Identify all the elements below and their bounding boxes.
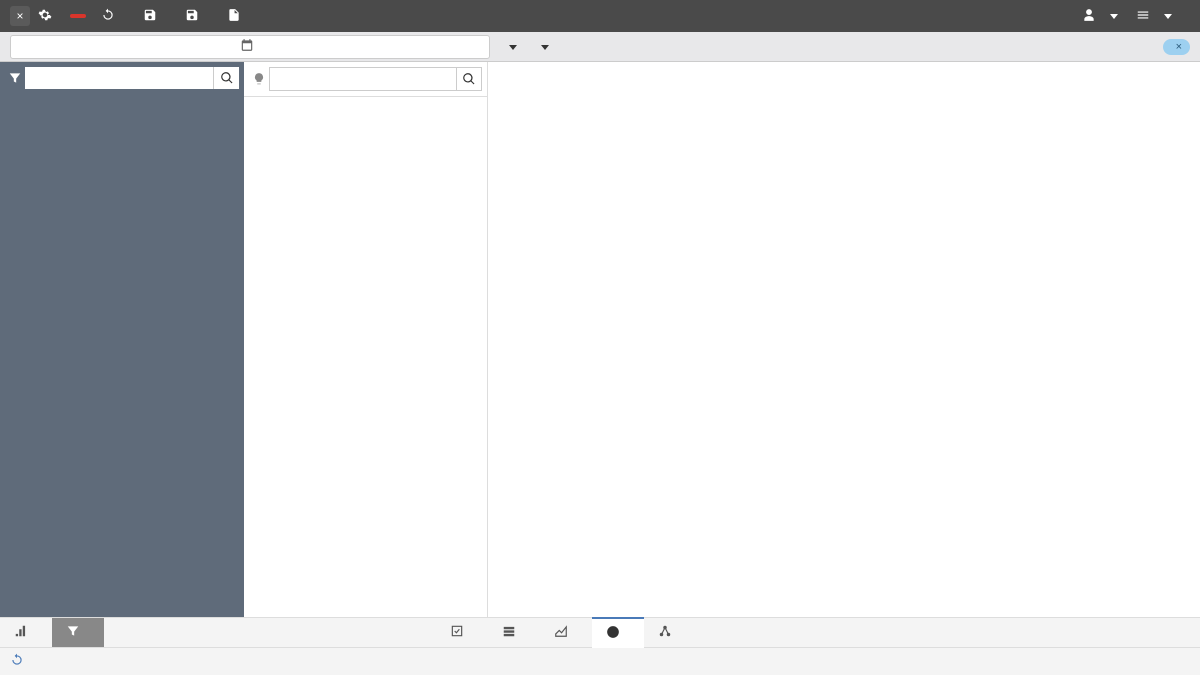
tab-constructor[interactable] (52, 618, 104, 647)
chart-area (488, 62, 1200, 617)
chevron-down-icon (509, 45, 517, 50)
sidebar (0, 62, 244, 617)
chart-icon (14, 624, 33, 641)
calendar-icon (240, 38, 254, 55)
pie-icon (606, 625, 625, 642)
close-icon[interactable]: × (1176, 41, 1182, 53)
measure-dropdown[interactable] (505, 40, 517, 54)
line-chart-icon (554, 624, 573, 641)
graph-icon (658, 624, 677, 641)
sidebar-search (0, 62, 244, 94)
close-tab-button[interactable]: × (10, 6, 30, 26)
refresh-icon (10, 653, 28, 670)
chevron-down-icon (1110, 14, 1118, 19)
filter-search (244, 62, 487, 97)
reset-button[interactable] (101, 8, 125, 25)
check-icon (450, 624, 469, 641)
main-menu[interactable] (1136, 8, 1172, 25)
search-button[interactable] (213, 67, 239, 89)
save-icon (185, 8, 204, 25)
active-filter-chip[interactable]: × (1163, 39, 1190, 55)
menu-icon (1136, 8, 1155, 25)
user-icon (1082, 8, 1101, 25)
tab-graph[interactable] (644, 617, 696, 648)
refresh-icon (101, 8, 120, 25)
bulb-icon[interactable] (249, 67, 269, 91)
table-icon (502, 624, 521, 641)
filter-icon[interactable] (5, 67, 25, 89)
tab-filters[interactable] (0, 618, 52, 647)
file-icon (227, 8, 246, 25)
gear-icon (38, 8, 52, 25)
view-tabs (0, 617, 1200, 647)
filter-search-input[interactable] (269, 67, 456, 91)
tab-pie[interactable] (592, 617, 644, 648)
search-button[interactable] (456, 67, 482, 91)
dimension-dropdown[interactable] (537, 40, 549, 54)
footer (0, 647, 1200, 675)
save-button[interactable] (185, 8, 209, 25)
period-bar: × (0, 32, 1200, 62)
chevron-down-icon (541, 45, 549, 50)
topbar: × (0, 0, 1200, 32)
filter-icon (66, 624, 85, 641)
modified-badge (70, 14, 86, 18)
filter-column (244, 62, 488, 617)
refresh-button[interactable] (10, 653, 32, 670)
tab-line[interactable] (540, 617, 592, 648)
pie-chart (760, 142, 1160, 545)
sidebar-search-input[interactable] (25, 67, 213, 89)
save-icon (143, 8, 162, 25)
tab-stats[interactable] (436, 618, 488, 647)
tab-table[interactable] (488, 617, 540, 648)
main-content (0, 62, 1200, 617)
chevron-down-icon (1164, 14, 1172, 19)
new-filter-button[interactable] (227, 8, 251, 25)
admin-menu[interactable] (1082, 8, 1118, 25)
period-picker[interactable] (10, 35, 490, 59)
save-as-button[interactable] (143, 8, 167, 25)
